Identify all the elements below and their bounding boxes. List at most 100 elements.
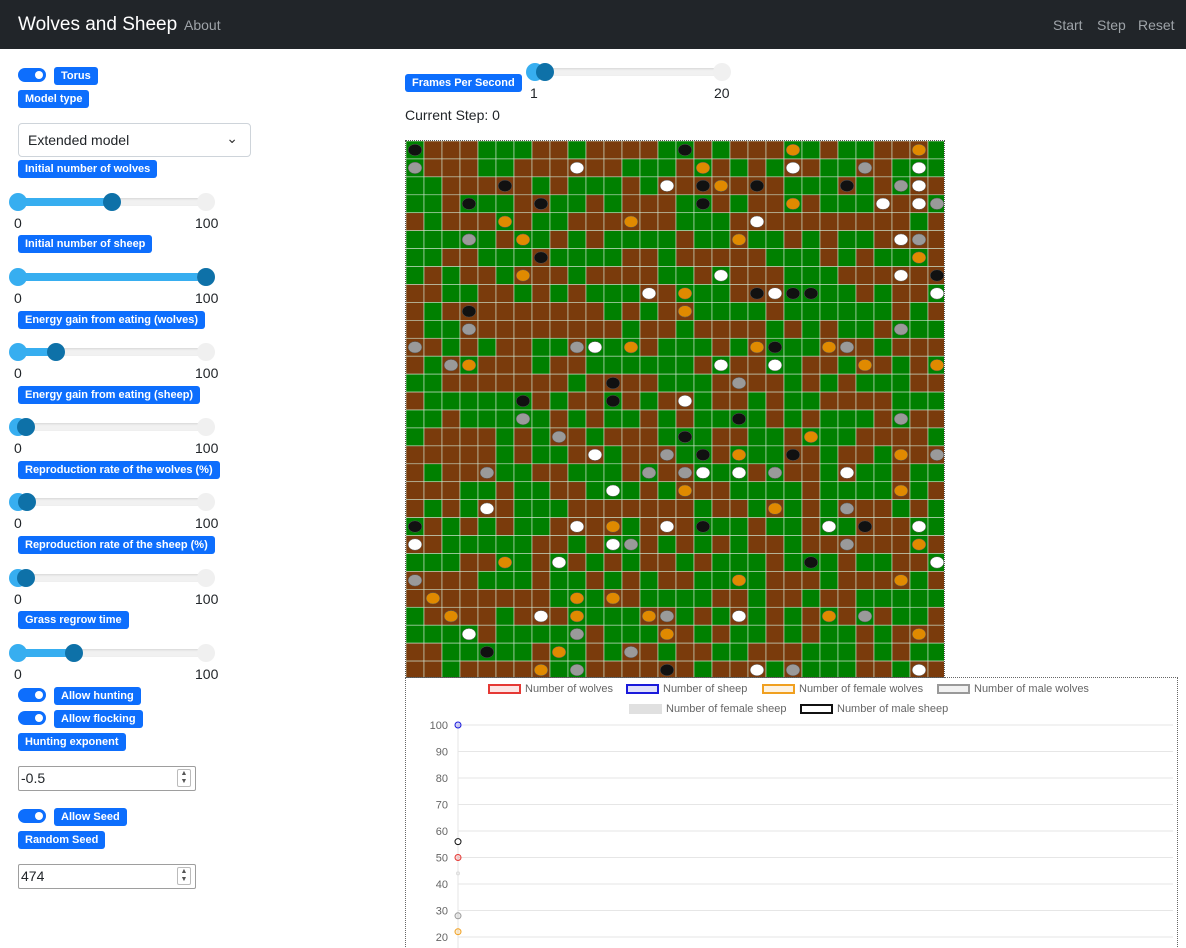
grid-cell	[909, 571, 929, 590]
seed-input[interactable]: 474 ▲ ▼	[18, 864, 196, 889]
app-title[interactable]: Wolves and Sheep	[18, 14, 177, 36]
sheep-black-agent-icon	[407, 520, 423, 533]
repro-sheep-slider[interactable]	[9, 569, 215, 587]
grid-cell	[837, 606, 857, 626]
torus-toggle[interactable]	[18, 68, 46, 82]
step-button[interactable]: Step	[1097, 17, 1126, 33]
grid-cell	[603, 355, 623, 375]
grid-cell	[585, 266, 605, 285]
seed-toggle[interactable]	[18, 809, 46, 823]
slider-handle[interactable]	[16, 418, 35, 436]
grid-cell	[837, 553, 857, 572]
nav-about-link[interactable]: About	[184, 17, 221, 33]
grid-cell	[927, 409, 944, 429]
grid-cell	[513, 337, 533, 357]
grid-cell	[819, 499, 839, 518]
grid-cell	[747, 158, 767, 178]
grid-cell	[477, 284, 497, 303]
sheep-white-agent-icon	[785, 161, 801, 174]
slider-min-handle[interactable]	[9, 193, 27, 211]
slider-handle[interactable]	[18, 493, 37, 511]
grid-cell	[603, 624, 623, 644]
grid-cell	[406, 320, 425, 339]
slider-track[interactable]	[18, 574, 206, 582]
grid-cell	[783, 499, 803, 518]
grid-cell	[801, 606, 821, 626]
slider-min-handle[interactable]	[9, 644, 27, 662]
sheep-black-agent-icon	[767, 341, 783, 354]
grid-cell	[873, 266, 893, 285]
grid-cell	[441, 266, 461, 285]
wolf-female-agent-icon	[785, 197, 801, 210]
slider-handle[interactable]	[103, 193, 121, 211]
spinner-icon[interactable]: ▲ ▼	[177, 769, 191, 787]
data-point[interactable]	[454, 928, 462, 936]
grid-cell	[549, 463, 569, 483]
grass-slider[interactable]	[9, 644, 215, 662]
slider-handle[interactable]	[197, 268, 215, 286]
spinner-icon[interactable]: ▲ ▼	[177, 867, 191, 885]
sheep-slider[interactable]	[9, 268, 215, 286]
slider-track[interactable]	[535, 68, 722, 76]
slider-track[interactable]	[18, 423, 206, 431]
data-point[interactable]	[454, 854, 462, 861]
slider-max-handle[interactable]	[197, 644, 215, 662]
slider-min-handle[interactable]	[9, 268, 27, 286]
grid-cell	[477, 158, 497, 178]
hunting-toggle[interactable]	[18, 688, 46, 702]
grid-cell	[657, 589, 677, 608]
slider-handle[interactable]	[46, 343, 65, 361]
start-button[interactable]: Start	[1053, 17, 1083, 33]
data-point[interactable]	[454, 912, 462, 920]
slider-handle[interactable]	[16, 569, 35, 587]
grid-cell	[549, 624, 569, 644]
simulation-grid[interactable]	[405, 140, 945, 678]
grid-cell	[585, 535, 605, 554]
grid-cell	[927, 320, 944, 339]
slider-max-handle[interactable]	[197, 343, 215, 361]
repro-wolves-slider[interactable]	[9, 493, 215, 511]
grid-cell	[585, 481, 605, 500]
grid-cell	[927, 212, 944, 231]
grid-cell	[729, 194, 749, 214]
grid-cell	[657, 463, 677, 483]
flocking-toggle[interactable]	[18, 711, 46, 725]
fps-slider[interactable]	[526, 63, 731, 81]
grid-cell	[873, 337, 893, 357]
sheep-black-agent-icon	[479, 646, 495, 659]
grid-cell	[657, 427, 677, 447]
slider-min-handle[interactable]	[9, 343, 27, 361]
slider-max-handle[interactable]	[197, 193, 215, 211]
grid-cell	[459, 481, 479, 500]
slider-track[interactable]	[18, 498, 206, 506]
hunting-exponent-input[interactable]: -0.5 ▲ ▼	[18, 766, 196, 791]
slider-max-handle[interactable]	[197, 418, 215, 436]
slider-max-handle[interactable]	[713, 63, 731, 81]
reset-button[interactable]: Reset	[1138, 17, 1175, 33]
grid-cell	[855, 499, 875, 518]
slider-max-handle[interactable]	[197, 569, 215, 587]
grid-cell	[711, 606, 731, 626]
grid-cell	[441, 141, 461, 160]
wolf-female-agent-icon	[821, 610, 837, 623]
model-type-select[interactable]: Extended model ⌄	[18, 123, 251, 157]
slider-handle[interactable]	[65, 644, 84, 662]
slider-handle[interactable]	[535, 63, 554, 81]
grid-cell	[711, 517, 731, 536]
grid-cell	[729, 517, 749, 536]
grid-cell	[406, 445, 425, 465]
grid-cell	[657, 642, 677, 662]
energy-wolves-slider[interactable]	[9, 343, 215, 361]
grid-cell	[711, 230, 731, 249]
data-point[interactable]	[454, 838, 462, 846]
wolves-slider[interactable]	[9, 193, 215, 211]
sheep-white-agent-icon	[911, 179, 927, 192]
sheep-black-agent-icon	[497, 179, 513, 192]
grid-cell	[873, 427, 893, 447]
energy-sheep-slider[interactable]	[9, 418, 215, 436]
grid-cell	[549, 373, 569, 393]
grid-cell	[513, 176, 533, 196]
data-point[interactable]	[454, 721, 462, 729]
slider-max-handle[interactable]	[197, 493, 215, 511]
data-point[interactable]	[456, 871, 460, 876]
